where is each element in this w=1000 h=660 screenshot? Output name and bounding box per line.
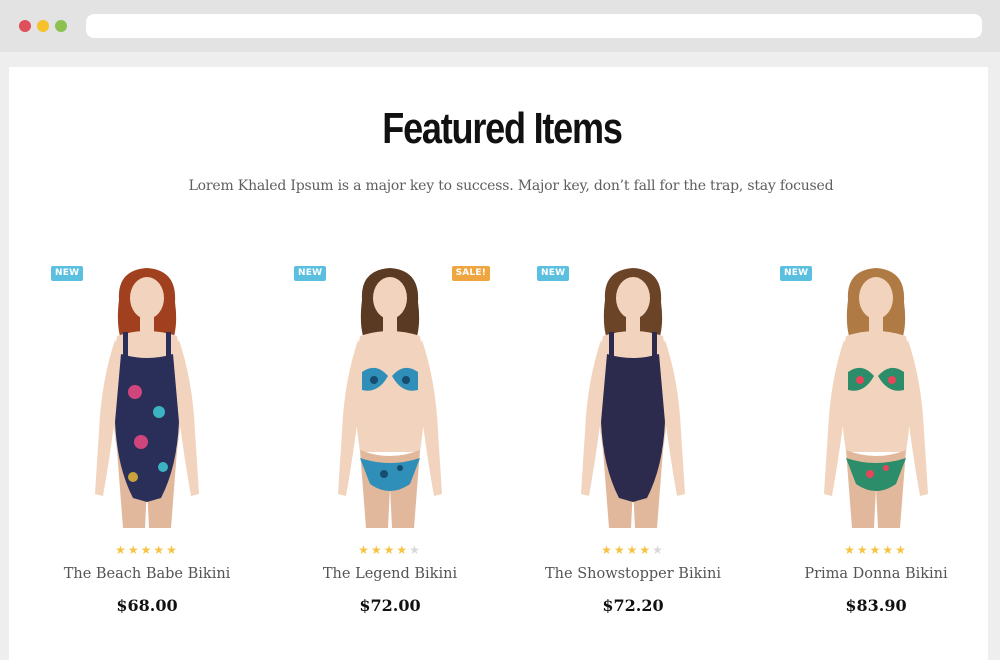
star-empty-icon: ★ <box>652 543 665 557</box>
browser-chrome <box>0 0 1000 52</box>
new-badge: NEW <box>294 266 327 281</box>
rating-stars: ★★★★★ <box>37 543 257 557</box>
maximize-window-dot[interactable] <box>55 20 67 32</box>
star-filled-icon: ★ <box>115 543 128 557</box>
product-image[interactable] <box>280 262 500 528</box>
star-filled-icon: ★ <box>639 543 653 557</box>
product-card[interactable]: NEW ★★★★★ Prima Donna Bikini $83.90 <box>766 262 986 622</box>
star-filled-icon: ★ <box>127 543 141 557</box>
product-card[interactable]: NEW ★★★★★ The Beach Babe Bikini $68.00 <box>37 262 257 622</box>
product-image[interactable] <box>766 262 986 528</box>
product-name[interactable]: Prima Donna Bikini <box>766 566 986 582</box>
rating-stars: ★★★★★ <box>280 543 500 557</box>
section-subtitle: Lorem Khaled Ipsum is a major key to suc… <box>188 178 834 194</box>
new-badge: NEW <box>537 266 570 281</box>
product-price: $68.00 <box>116 596 178 615</box>
star-filled-icon: ★ <box>383 543 397 557</box>
star-filled-icon: ★ <box>869 543 883 557</box>
product-image[interactable] <box>523 262 743 528</box>
product-price: $72.20 <box>602 596 664 615</box>
address-bar[interactable] <box>86 14 982 38</box>
product-price: $83.90 <box>845 596 907 615</box>
star-filled-icon: ★ <box>613 543 627 557</box>
star-filled-icon: ★ <box>396 543 410 557</box>
star-filled-icon: ★ <box>626 543 640 557</box>
new-badge: NEW <box>51 266 84 281</box>
star-filled-icon: ★ <box>358 543 371 557</box>
close-window-dot[interactable] <box>19 20 31 32</box>
star-filled-icon: ★ <box>856 543 870 557</box>
product-price: $72.00 <box>359 596 421 615</box>
star-filled-icon: ★ <box>601 543 614 557</box>
star-filled-icon: ★ <box>166 543 179 557</box>
star-filled-icon: ★ <box>140 543 154 557</box>
star-filled-icon: ★ <box>844 543 857 557</box>
rating-stars: ★★★★★ <box>766 543 986 557</box>
sale-badge: SALE! <box>451 266 490 281</box>
product-name[interactable]: The Showstopper Bikini <box>523 566 743 582</box>
section-title: Featured Items <box>382 104 623 153</box>
product-card[interactable]: NEW SALE! ★★★★★ The Legend Bikini $72.00 <box>280 262 500 622</box>
star-empty-icon: ★ <box>409 543 422 557</box>
minimize-window-dot[interactable] <box>37 20 49 32</box>
star-filled-icon: ★ <box>370 543 384 557</box>
rating-stars: ★★★★★ <box>523 543 743 557</box>
new-badge: NEW <box>780 266 813 281</box>
product-name[interactable]: The Legend Bikini <box>280 566 500 582</box>
star-filled-icon: ★ <box>882 543 896 557</box>
star-filled-icon: ★ <box>153 543 167 557</box>
product-card[interactable]: NEW ★★★★★ The Showstopper Bikini $72.20 <box>523 262 743 622</box>
star-filled-icon: ★ <box>895 543 908 557</box>
product-name[interactable]: The Beach Babe Bikini <box>37 566 257 582</box>
product-image[interactable] <box>37 262 257 528</box>
